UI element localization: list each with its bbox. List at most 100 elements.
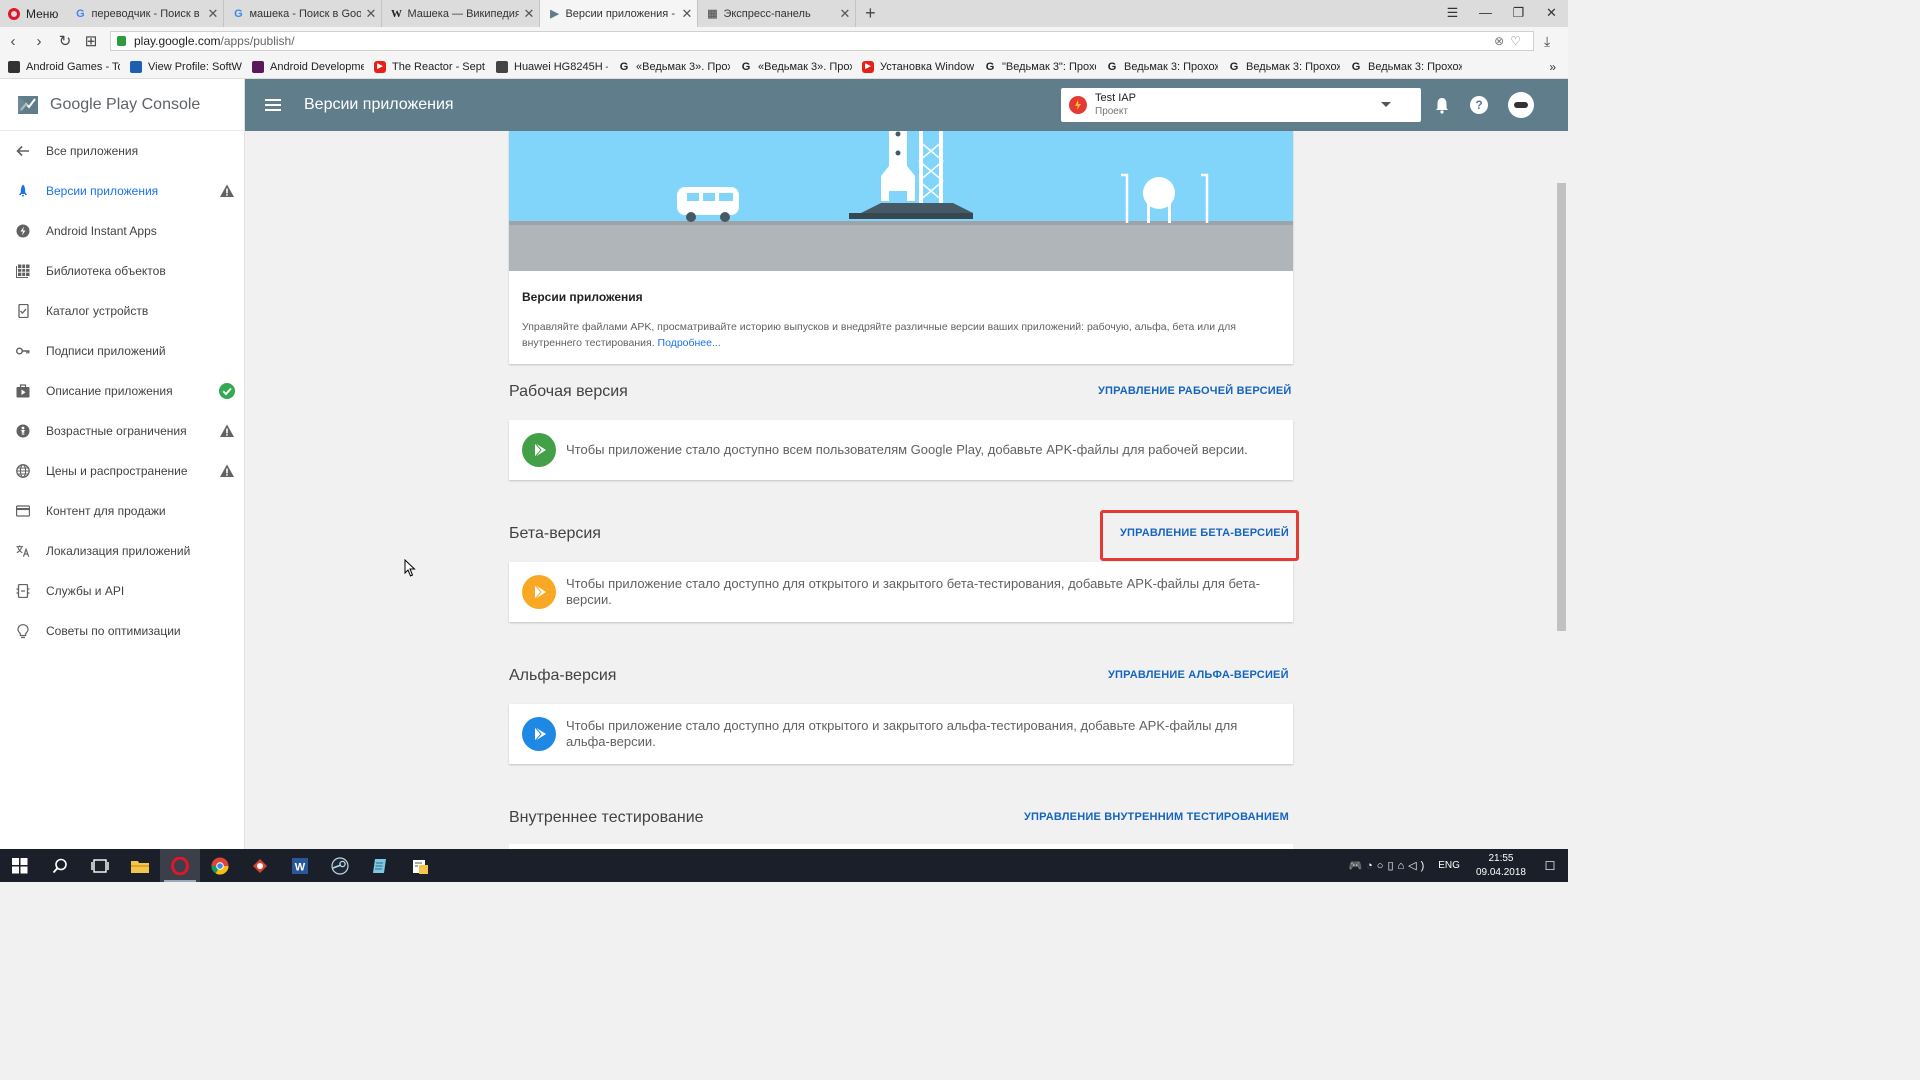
close-tab-icon[interactable]: ✕ (365, 6, 376, 22)
alpha-track-text: Чтобы приложение стало доступно для откр… (566, 718, 1238, 749)
close-tab-icon[interactable]: ✕ (839, 6, 850, 22)
svg-text:W: W (295, 861, 306, 873)
app-header: Версии приложения Test IAP Проект i ? (245, 79, 1568, 131)
learn-more-link[interactable]: Подробнее... (658, 337, 721, 349)
opera-menu-label: Меню (26, 6, 59, 21)
language-indicator[interactable]: ENG (1438, 860, 1460, 871)
beta-track-card: Чтобы приложение стало доступно для откр… (509, 562, 1293, 622)
bookmark-item[interactable]: G Ведьмак 3: Прохожд (1228, 61, 1340, 73)
url-host: play.google.com (134, 34, 221, 48)
rocket-icon (16, 184, 30, 198)
bookmark-item[interactable]: Android Games - Tou (8, 60, 120, 73)
opera-icon[interactable] (160, 849, 200, 882)
alpha-play-icon (522, 717, 556, 751)
bookmarks-overflow-icon[interactable]: » (1549, 60, 1556, 74)
close-tab-icon[interactable]: ✕ (681, 6, 692, 22)
sidebar-item[interactable]: Контент для продажи (0, 491, 244, 531)
clock[interactable]: 21:55 09.04.2018 (1476, 852, 1526, 880)
translate-icon (16, 544, 30, 558)
heart-bookmark-icon[interactable]: ♡ (1510, 34, 1527, 48)
browser-tab[interactable]: G машека - Поиск в Google ✕ (224, 0, 383, 27)
project-subtitle: Проект (1095, 105, 1128, 117)
sidebar-item[interactable]: Все приложения (0, 131, 244, 171)
bookmark-item[interactable]: View Profile: SoftWar (130, 60, 242, 73)
grid-library-icon (16, 264, 30, 278)
bookmark-label: The Reactor - Sept 1s (392, 60, 486, 73)
url-input[interactable]: play.google.com/apps/publish/ ⊗♡ (110, 31, 1534, 51)
close-window-icon[interactable]: ✕ (1535, 0, 1568, 27)
word-icon[interactable]: W (280, 849, 320, 882)
project-selector[interactable]: Test IAP Проект (1061, 88, 1421, 122)
manage-alpha-button[interactable]: УПРАВЛЕНИЕ АЛЬФА-ВЕРСИЕЙ (1108, 669, 1289, 681)
forward-icon[interactable]: › (26, 33, 52, 50)
bookmark-item[interactable]: G "Ведьмак 3": Прохож (984, 61, 1096, 73)
bell-icon[interactable] (1433, 96, 1451, 114)
bookmark-label: Установка Windows (880, 60, 974, 73)
browser-tab[interactable]: ▦ Экспресс-панель ✕ (698, 0, 857, 27)
windows-start-icon[interactable] (0, 857, 40, 874)
credit-card-icon (16, 504, 30, 518)
manage-production-button[interactable]: УПРАВЛЕНИЕ РАБОЧЕЙ ВЕРСИЕЙ (1098, 385, 1291, 397)
sidebar-item-label: Возрастные ограничения (46, 424, 187, 438)
services-api-icon (16, 584, 30, 598)
file-explorer-icon[interactable] (120, 849, 160, 882)
download-icon[interactable]: ⤓ (1544, 33, 1550, 50)
back-icon[interactable]: ‹ (0, 33, 26, 50)
notification-center-icon[interactable]: ☐ (1540, 859, 1560, 873)
chrome-icon[interactable] (200, 849, 240, 882)
chevron-down-icon (1381, 102, 1391, 107)
account-avatar[interactable] (1508, 92, 1534, 118)
sidebar-item[interactable]: Библиотека объектов (0, 251, 244, 291)
page-scrollbar[interactable] (1555, 131, 1568, 849)
bookmark-item[interactable]: ▶ The Reactor - Sept 1s (374, 60, 486, 73)
sidebar-item-label: Подписи приложений (46, 344, 166, 358)
info-icon[interactable]: i (1397, 96, 1415, 114)
bookmark-item[interactable]: G Ведьмак 3: Прохожд (1350, 61, 1462, 73)
tabs-grid-icon[interactable]: ⊞ (78, 32, 104, 50)
sidebar-item[interactable]: Версии приложения (0, 171, 244, 211)
minimize-icon[interactable]: — (1469, 0, 1502, 27)
adblock-icon[interactable]: ⊗ (1494, 34, 1510, 48)
help-icon[interactable]: ? (1470, 96, 1488, 114)
manage-beta-button[interactable]: УПРАВЛЕНИЕ БЕТА-ВЕРСИЕЙ (1120, 527, 1289, 539)
bookmark-item[interactable]: Huawei HG8245H — (496, 60, 608, 73)
close-tab-icon[interactable]: ✕ (207, 6, 218, 22)
tab-title: переводчик - Поиск в Go (91, 7, 203, 20)
tab-menu-icon[interactable]: ☰ (1436, 0, 1469, 27)
notepad-icon[interactable] (360, 849, 400, 882)
sidebar-item[interactable]: Возрастные ограничения (0, 411, 244, 451)
bookmark-item[interactable]: G «Ведьмак 3». Прохож (618, 61, 730, 73)
task-view-icon[interactable] (80, 849, 120, 882)
scrollbar-thumb[interactable] (1557, 183, 1566, 631)
google-g-icon: G (741, 60, 751, 73)
bookmark-item[interactable]: ▶ Установка Windows (862, 60, 974, 73)
search-icon[interactable] (40, 849, 80, 882)
tray-icons[interactable]: 🎮◔○▯⌂◁) (1348, 859, 1428, 872)
reload-icon[interactable]: ↻ (52, 32, 78, 50)
restore-icon[interactable]: ❐ (1502, 0, 1535, 27)
sidebar-item[interactable]: Советы по оптимизации (0, 611, 244, 651)
opera-menu-button[interactable]: Меню (0, 0, 66, 27)
sidebar-item[interactable]: Цены и распространение (0, 451, 244, 491)
steam-icon[interactable] (320, 849, 360, 882)
bookmark-item[interactable]: G Ведьмак 3: Прохожд (1106, 61, 1218, 73)
browser-tab-active[interactable]: ▶ Версии приложения - Те ✕ (540, 0, 699, 27)
bookmark-item[interactable]: G «Ведьмак 3». Прохож (740, 61, 852, 73)
browser-tab[interactable]: W Машека — Википедия ✕ (382, 0, 541, 27)
brand[interactable]: Google Play Console (0, 79, 244, 131)
sidebar-item[interactable]: Каталог устройств (0, 291, 244, 331)
sidebar-item[interactable]: Подписи приложений (0, 331, 244, 371)
browser-tab[interactable]: G переводчик - Поиск в Go ✕ (66, 0, 225, 27)
sidebar-item[interactable]: Локализация приложений (0, 531, 244, 571)
sidebar-item[interactable]: Службы и API (0, 571, 244, 611)
sidebar-item[interactable]: Android Instant Apps (0, 211, 244, 251)
bookmark-favicon-icon (252, 60, 264, 73)
folder-tool-icon[interactable] (400, 849, 440, 882)
hamburger-menu-icon[interactable] (265, 96, 281, 114)
sidebar-item[interactable]: Описание приложения (0, 371, 244, 411)
manage-internal-testing-button[interactable]: УПРАВЛЕНИЕ ВНУТРЕННИМ ТЕСТИРОВАНИЕМ (1024, 811, 1289, 823)
app-red-icon[interactable] (240, 849, 280, 882)
close-tab-icon[interactable]: ✕ (523, 6, 534, 22)
bookmark-item[interactable]: Android Developme (252, 60, 364, 73)
new-tab-button[interactable]: + (856, 3, 884, 24)
